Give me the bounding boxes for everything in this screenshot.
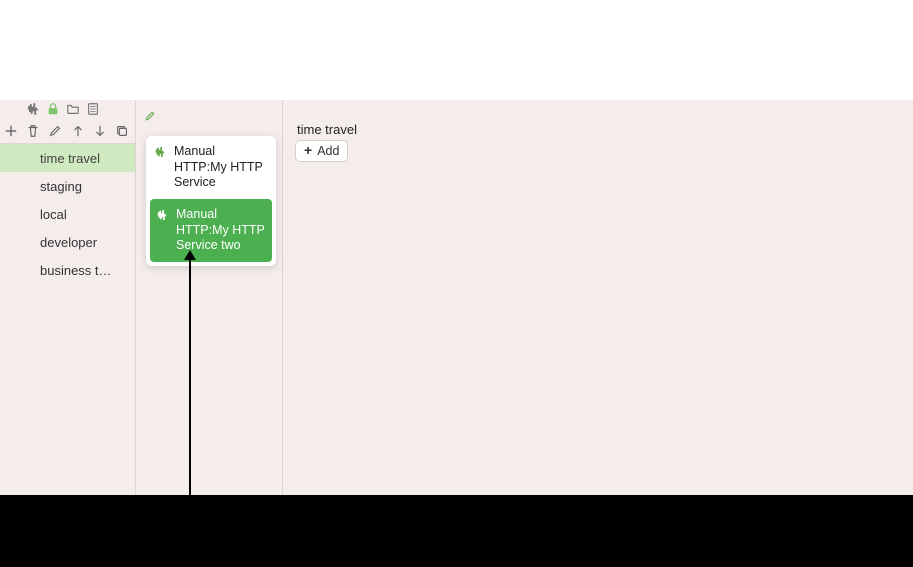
waveform-icon xyxy=(156,209,170,254)
env-item-label: developer xyxy=(40,235,97,250)
annotation-arrow-up xyxy=(184,250,196,530)
main-area: time travel + Add xyxy=(283,100,913,495)
lock-icon[interactable] xyxy=(46,102,60,116)
document-icon[interactable] xyxy=(86,102,100,116)
bottom-black-bar xyxy=(0,495,913,567)
page-title: time travel xyxy=(297,122,357,137)
add-button-label: Add xyxy=(317,144,339,158)
environment-list: time travel staging local developer busi… xyxy=(0,144,135,284)
arrow-down-icon[interactable] xyxy=(93,123,107,139)
add-button[interactable]: + Add xyxy=(295,140,348,162)
services-panel: Manual HTTP:My HTTP Service Manual HTTP:… xyxy=(136,100,283,495)
env-item-label: business t… xyxy=(40,263,112,278)
waveform-icon[interactable] xyxy=(26,102,40,116)
env-item-time-travel[interactable]: time travel xyxy=(0,144,135,172)
service-item-selected[interactable]: Manual HTTP:My HTTP Service two xyxy=(150,199,272,262)
app-window: time travel staging local developer busi… xyxy=(0,100,913,495)
plus-icon: + xyxy=(304,143,312,157)
env-item-label: local xyxy=(40,207,67,222)
waveform-icon xyxy=(154,146,168,191)
left-toolbar xyxy=(0,118,135,144)
panel-edit-icon[interactable] xyxy=(144,110,156,125)
copy-icon[interactable] xyxy=(115,123,129,139)
service-item[interactable]: Manual HTTP:My HTTP Service xyxy=(146,136,276,199)
service-item-label: Manual HTTP:My HTTP Service xyxy=(174,144,268,191)
services-card: Manual HTTP:My HTTP Service Manual HTTP:… xyxy=(146,136,276,266)
arrow-up-icon[interactable] xyxy=(71,123,85,139)
service-item-label: Manual HTTP:My HTTP Service two xyxy=(176,207,266,254)
edit-icon[interactable] xyxy=(48,123,62,139)
env-item-business[interactable]: business t… xyxy=(0,256,135,284)
env-item-label: time travel xyxy=(40,151,100,166)
env-item-local[interactable]: local xyxy=(0,200,135,228)
folder-icon[interactable] xyxy=(66,102,80,116)
env-item-developer[interactable]: developer xyxy=(0,228,135,256)
add-icon[interactable] xyxy=(4,123,18,139)
env-item-label: staging xyxy=(40,179,82,194)
left-sidebar: time travel staging local developer busi… xyxy=(0,100,136,495)
top-icon-row xyxy=(0,100,135,118)
trash-icon[interactable] xyxy=(26,123,40,139)
env-item-staging[interactable]: staging xyxy=(0,172,135,200)
